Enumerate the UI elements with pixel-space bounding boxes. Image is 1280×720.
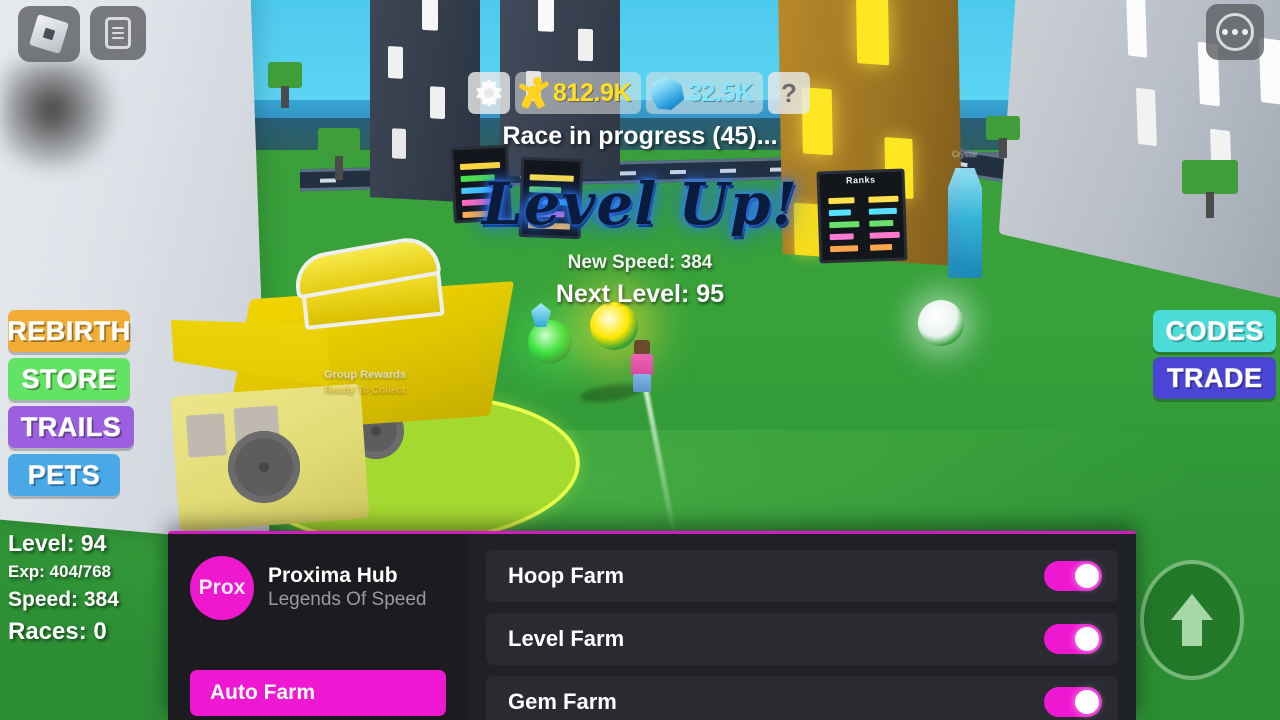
script-hub-panel: Prox Proxima Hub Legends Of Speed Auto F…	[168, 531, 1136, 720]
toggle-hoop-farm[interactable]	[1044, 561, 1102, 591]
top-hud: 812.9K 32.5K ?	[468, 72, 810, 114]
gear-icon	[476, 80, 502, 106]
jump-button[interactable]	[1140, 560, 1244, 680]
steps-currency[interactable]: 812.9K	[515, 72, 642, 114]
player-stats: Level: 94 Exp: 404/768 Speed: 384 Races:…	[8, 530, 119, 646]
game-screenshot: Ranks Crystal Group Rewards Ready To Col…	[0, 0, 1280, 720]
race-status-text: Race in progress (45)...	[502, 122, 778, 150]
gems-currency[interactable]: 32.5K	[646, 72, 763, 114]
runner-icon	[518, 77, 550, 110]
option-label: Level Farm	[508, 626, 625, 651]
green-orb	[528, 320, 572, 364]
settings-button[interactable]	[468, 72, 510, 114]
left-side-menu: REBIRTH STORE TRAILS PETS	[7, 310, 134, 496]
toggle-gem-farm[interactable]	[1044, 687, 1102, 717]
group-rewards-title: Group Rewards	[324, 369, 406, 381]
stat-races: Races: 0	[8, 618, 107, 645]
help-button[interactable]: ?	[767, 72, 810, 114]
group-rewards-label: Group Rewards Ready To Collect	[300, 368, 430, 398]
sidebar-item-trails[interactable]: TRAILS	[8, 406, 134, 448]
option-label: Gem Farm	[508, 689, 617, 714]
panel-content: Hoop Farm Level Farm Gem Farm	[468, 534, 1136, 720]
option-row-level-farm[interactable]: Level Farm	[486, 613, 1118, 665]
hub-subtitle: Legends Of Speed	[268, 588, 427, 610]
roblox-logo-icon	[29, 14, 69, 54]
gem-icon	[650, 76, 685, 110]
player-character	[625, 340, 659, 392]
option-label: Hoop Farm	[508, 563, 625, 588]
hub-name: Proxima Hub	[268, 564, 398, 588]
sidebar-item-store[interactable]: STORE	[8, 358, 130, 400]
stat-level: Level: 94	[8, 530, 107, 556]
stat-speed: Speed: 384	[8, 588, 119, 611]
sidebar-item-rebirth[interactable]: REBIRTH	[7, 310, 131, 352]
sidebar-item-trade[interactable]: TRADE	[1153, 357, 1276, 399]
level-up-banner: Level Up!	[481, 170, 799, 238]
more-options-button[interactable]	[1206, 4, 1264, 60]
hub-branding: Prox Proxima Hub Legends Of Speed	[190, 556, 468, 620]
right-side-menu: CODES TRADE	[1153, 310, 1276, 399]
next-level-text: Next Level: 95	[555, 280, 725, 308]
sidebar-item-codes[interactable]: CODES	[1153, 310, 1276, 352]
tab-auto-farm[interactable]: Auto Farm	[190, 670, 446, 716]
panel-sidebar: Prox Proxima Hub Legends Of Speed Auto F…	[168, 534, 468, 720]
new-speed-text: New Speed: 384	[567, 252, 713, 273]
question-mark-icon: ?	[780, 78, 797, 108]
option-row-hoop-farm[interactable]: Hoop Farm	[486, 550, 1118, 602]
avatar: Prox	[190, 556, 254, 620]
toggle-level-farm[interactable]	[1044, 624, 1102, 654]
steps-value: 812.9K	[553, 78, 632, 107]
camera-blur	[0, 60, 130, 170]
crystal-sign-label: Crystal	[952, 150, 977, 159]
stat-exp: Exp: 404/768	[8, 562, 112, 581]
chat-icon	[105, 17, 131, 49]
gems-value: 32.5K	[688, 78, 753, 107]
more-dots-icon	[1216, 13, 1254, 51]
option-row-gem-farm[interactable]: Gem Farm	[486, 676, 1118, 720]
wheel	[228, 431, 300, 503]
sidebar-item-pets[interactable]: PETS	[8, 454, 120, 496]
roblox-menu-button[interactable]	[18, 6, 80, 62]
group-rewards-sub: Ready To Collect	[324, 385, 406, 396]
chat-button[interactable]	[90, 6, 146, 60]
